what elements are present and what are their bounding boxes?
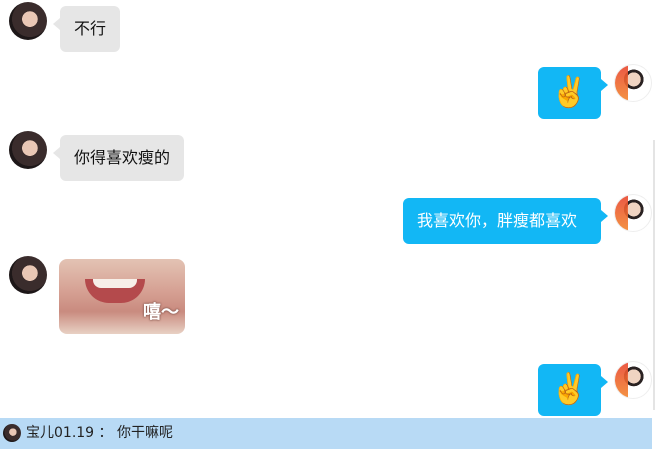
sticker-image[interactable]: 嘻～ (59, 259, 185, 334)
outgoing-message-bubble[interactable]: 我喜欢你，胖瘦都喜欢 (403, 198, 608, 244)
my-avatar[interactable] (614, 194, 652, 232)
victory-hand-emoji: ✌️ (550, 372, 589, 407)
sticker-caption: 嘻～ (143, 302, 179, 323)
my-avatar[interactable] (614, 64, 652, 102)
contact-avatar[interactable] (9, 2, 47, 40)
my-avatar[interactable] (614, 361, 652, 399)
scrollbar-thumb[interactable] (653, 140, 655, 410)
preview-avatar (3, 424, 21, 442)
outgoing-emoji-bubble[interactable]: ✌️ (538, 67, 608, 119)
new-message-preview-bar[interactable]: 宝儿01.19 ： 你干嘛呢 (0, 418, 652, 449)
victory-hand-emoji: ✌️ (550, 75, 589, 110)
chat-window: 不行 ✌️ 你得喜欢瘦的 我喜欢你，胖瘦都喜欢 嘻～ ✌️ 宝儿01.19 ： … (0, 0, 656, 449)
contact-avatar[interactable] (9, 256, 47, 294)
outgoing-emoji-bubble[interactable]: ✌️ (538, 364, 608, 416)
message-text: 你得喜欢瘦的 (74, 148, 171, 167)
preview-text: 宝儿01.19 ： 你干嘛呢 (26, 425, 173, 441)
scrollbar[interactable] (652, 0, 656, 449)
incoming-message-bubble[interactable]: 不行 (52, 6, 121, 52)
incoming-message-bubble[interactable]: 你得喜欢瘦的 (52, 135, 185, 181)
contact-avatar[interactable] (9, 131, 47, 169)
message-text: 我喜欢你，胖瘦都喜欢 (417, 211, 578, 230)
message-text: 不行 (74, 19, 107, 38)
sticker-teeth (93, 279, 137, 288)
